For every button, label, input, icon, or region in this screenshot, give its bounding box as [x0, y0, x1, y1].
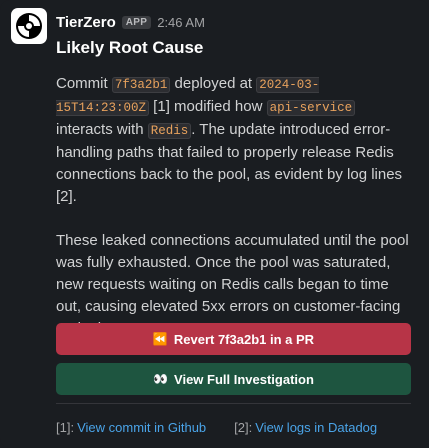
app-badge: APP: [121, 15, 152, 29]
redis-code: Redis: [147, 123, 192, 139]
text-modified-how: [1] modified how: [149, 98, 267, 115]
github-commit-link[interactable]: View commit in Github: [77, 420, 206, 435]
revert-commit-button[interactable]: ⏪ Revert 7f3a2b1 in a PR: [56, 323, 411, 355]
view-button-label: View Full Investigation: [174, 371, 314, 387]
ref-2-label: [2]:: [234, 420, 253, 435]
message-header: TierZero APP 2:46 AM: [56, 12, 205, 32]
message-timestamp[interactable]: 2:46 AM: [157, 15, 205, 30]
sender-name[interactable]: TierZero: [56, 14, 116, 31]
footer-links: [1]: View commit in Github [2]: View logs i…: [56, 420, 377, 435]
service-code: api-service: [266, 100, 356, 116]
message-card: TierZero APP 2:46 AM Likely Root Cause C…: [0, 0, 429, 448]
eyes-icon: 👀: [153, 372, 169, 386]
divider: [56, 403, 411, 404]
message-body: Commit 7f3a2b1 deployed at 2024-03-15T14…: [56, 73, 412, 340]
commit-hash-code: 7f3a2b1: [111, 77, 171, 93]
text-deployed-at: deployed at: [170, 75, 257, 92]
tierzero-logo-icon[interactable]: [11, 8, 47, 44]
body-paragraph-1: Commit 7f3a2b1 deployed at 2024-03-15T14…: [56, 73, 412, 208]
text-interacts-with: interacts with: [56, 121, 148, 138]
message-title: Likely Root Cause: [56, 38, 204, 57]
ref-1-label: [1]:: [56, 420, 75, 435]
view-investigation-button[interactable]: 👀 View Full Investigation: [56, 363, 411, 395]
datadog-logs-link[interactable]: View logs in Datadog: [255, 420, 377, 435]
swirl-logo-graphic: [16, 13, 42, 39]
revert-button-label: Revert 7f3a2b1 in a PR: [173, 331, 315, 347]
text-commit-prefix: Commit: [56, 75, 112, 92]
rewind-icon: ⏪: [152, 332, 168, 346]
